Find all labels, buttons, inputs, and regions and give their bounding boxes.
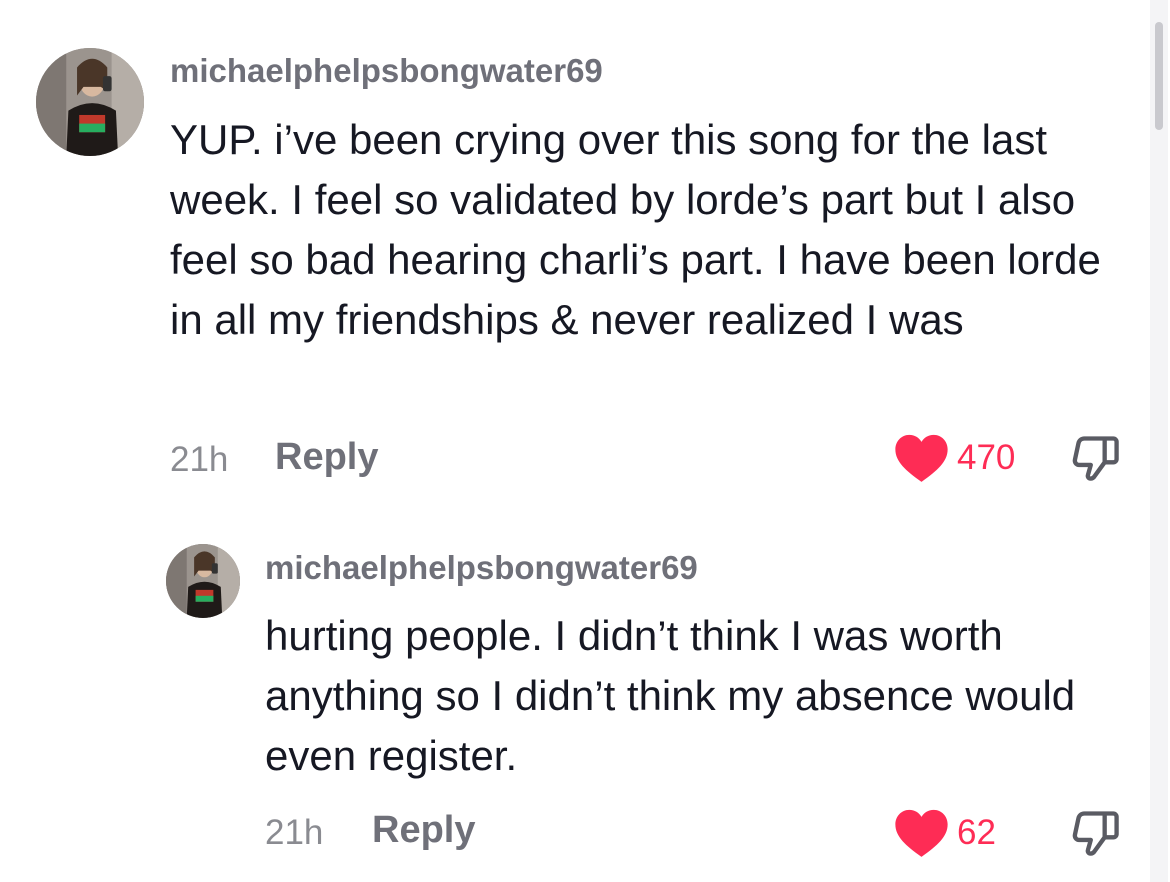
dislike-button[interactable]	[1070, 432, 1122, 489]
avatar[interactable]	[166, 544, 240, 618]
comment-text: YUP. i’ve been crying over this song for…	[170, 116, 1101, 343]
dislike-button[interactable]	[1070, 807, 1122, 864]
like-button[interactable]: 470	[894, 433, 1015, 483]
avatar[interactable]	[36, 48, 144, 156]
reply-button[interactable]: Reply	[372, 809, 475, 852]
username[interactable]: michaelphelpsbongwater69	[170, 52, 603, 90]
scrollbar-track[interactable]	[1150, 0, 1168, 882]
heart-icon	[895, 809, 948, 857]
username[interactable]: michaelphelpsbongwater69	[265, 549, 698, 587]
heart-icon	[895, 434, 948, 482]
avatar-photo	[166, 544, 240, 618]
timestamp: 21h	[265, 813, 324, 852]
timestamp: 21h	[170, 440, 229, 479]
like-button[interactable]: 62	[894, 808, 996, 858]
thumbs-down-icon	[1072, 436, 1119, 481]
like-count: 470	[957, 438, 1016, 477]
avatar-photo	[36, 48, 144, 156]
reply-button[interactable]: Reply	[275, 436, 378, 479]
like-count: 62	[957, 813, 996, 852]
thumbs-down-icon	[1072, 811, 1119, 856]
scrollbar-thumb[interactable]	[1155, 22, 1163, 130]
comment-text: hurting people. I didn’t think I was wor…	[265, 612, 1076, 779]
